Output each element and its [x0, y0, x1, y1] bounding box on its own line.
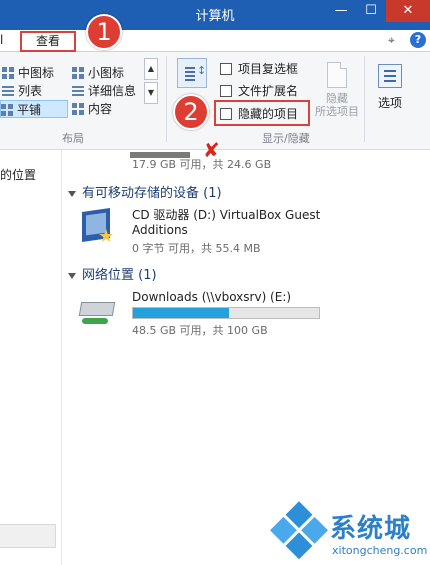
layout-content[interactable]: 内容: [72, 100, 112, 118]
network-drive-name[interactable]: Downloads (\\vboxsrv) (E:): [132, 290, 291, 305]
layout-scroll-down[interactable]: ▼: [144, 82, 158, 104]
layout-list[interactable]: 列表: [2, 82, 42, 100]
small-icons-icon: [72, 67, 84, 79]
layout-small-icons[interactable]: 小图标: [72, 64, 124, 82]
cd-drive-name[interactable]: CD 驱动器 (D:) VirtualBox Guest Additions: [132, 208, 320, 238]
item-checkboxes-label: 项目复选框: [238, 62, 299, 76]
options-icon: [378, 64, 402, 88]
watermark-url: xitongcheng.com: [332, 544, 428, 557]
group-divider: [166, 56, 167, 142]
tab-partial[interactable]: l: [0, 33, 3, 47]
cd-drive-info: 0 字节 可用，共 55.4 MB: [132, 242, 261, 255]
watermark-logo-icon: [269, 501, 328, 560]
step-2-badge: 2: [173, 94, 209, 130]
layout-item-label: 列表: [18, 84, 43, 98]
content-icon: [72, 103, 84, 115]
collapse-triangle-icon[interactable]: [68, 272, 76, 279]
network-cable-icon: [82, 318, 108, 324]
layout-group-label: 布局: [62, 132, 84, 145]
item-checkboxes-checkbox[interactable]: [220, 63, 232, 75]
title-bar: 计算机 — ☐ ✕: [0, 0, 430, 30]
collapse-triangle-icon[interactable]: [68, 190, 76, 197]
details-icon: [72, 85, 84, 97]
layout-tiles[interactable]: 平铺: [0, 100, 68, 118]
hide-selected-button[interactable]: 隐藏 所选项目: [312, 62, 362, 132]
layout-scroll-up[interactable]: ▲: [144, 58, 158, 80]
drive-case-icon: [78, 302, 116, 316]
navigation-pane: 的位置: [0, 150, 62, 565]
nav-selected-item[interactable]: [0, 524, 56, 548]
cd-drive-name-line1: CD 驱动器 (D:) VirtualBox Guest: [132, 208, 321, 222]
star-icon: ★: [98, 226, 115, 247]
show-hide-group-label: 显示/隐藏: [262, 132, 310, 145]
section-removable-label: 有可移动存储的设备 (1): [82, 186, 222, 201]
hide-selected-label-2: 所选项目: [315, 105, 359, 118]
usage-bar-fill: [133, 308, 229, 318]
layout-item-label: 平铺: [17, 103, 42, 117]
sort-lines-icon: [185, 67, 195, 81]
layout-medium-icons[interactable]: 中图标: [2, 64, 54, 82]
close-icon[interactable]: ✕: [386, 0, 430, 22]
minimize-icon[interactable]: —: [328, 0, 354, 22]
list-icon: [2, 85, 14, 97]
section-removable-storage[interactable]: 有可移动存储的设备 (1): [68, 182, 222, 201]
network-drive-usage-bar: [132, 307, 320, 319]
watermark: 系统城 xitongcheng.com: [270, 501, 428, 564]
network-drive-info: 48.5 GB 可用，共 100 GB: [132, 324, 268, 337]
layout-item-label: 小图标: [88, 66, 125, 80]
document-icon: [327, 62, 347, 88]
medium-icons-icon: [2, 67, 14, 79]
tiles-icon: [1, 104, 13, 116]
layout-item-label: 中图标: [18, 66, 55, 80]
watermark-brand: 系统城: [330, 514, 412, 544]
nav-item-locations[interactable]: 的位置: [0, 166, 36, 183]
step-1-badge: 1: [86, 14, 122, 50]
file-list-pane: 17.9 GB 可用，共 24.6 GB 有可移动存储的设备 (1) ★ CD …: [62, 150, 430, 565]
cd-drive-name-line2: Additions: [132, 223, 188, 237]
layout-item-label: 内容: [88, 102, 113, 116]
group-divider: [364, 56, 365, 142]
pin-ribbon-icon[interactable]: ⌖: [388, 33, 395, 48]
maximize-icon[interactable]: ☐: [358, 0, 384, 22]
options-label: 选项: [377, 96, 402, 110]
layout-group: 中图标 小图标 列表 详细信息 平铺 内容: [0, 56, 162, 128]
sort-arrow-icon: ↕: [197, 64, 207, 77]
layout-details[interactable]: 详细信息: [72, 82, 136, 100]
help-icon[interactable]: ?: [410, 32, 426, 48]
sort-by-button[interactable]: ↕: [177, 58, 207, 88]
partial-drive-info: 17.9 GB 可用，共 24.6 GB: [132, 158, 272, 171]
file-extensions-option[interactable]: 文件扩展名: [220, 82, 298, 100]
file-extensions-label: 文件扩展名: [238, 84, 299, 98]
hide-selected-label-1: 隐藏: [326, 92, 348, 105]
section-network-locations[interactable]: 网络位置 (1): [68, 264, 157, 283]
section-network-label: 网络位置 (1): [82, 268, 157, 283]
item-checkboxes-option[interactable]: 项目复选框: [220, 60, 298, 78]
virtualbox-cd-icon: ★: [80, 208, 115, 247]
network-drive-icon: [78, 298, 118, 332]
tab-view[interactable]: 查看: [20, 31, 76, 52]
options-button[interactable]: 选项: [368, 62, 412, 118]
hidden-items-highlight: [214, 100, 310, 126]
ribbon-tab-row: l 查看 ⌖ ?: [0, 30, 430, 52]
file-extensions-checkbox[interactable]: [220, 85, 232, 97]
layout-item-label: 详细信息: [88, 84, 137, 98]
